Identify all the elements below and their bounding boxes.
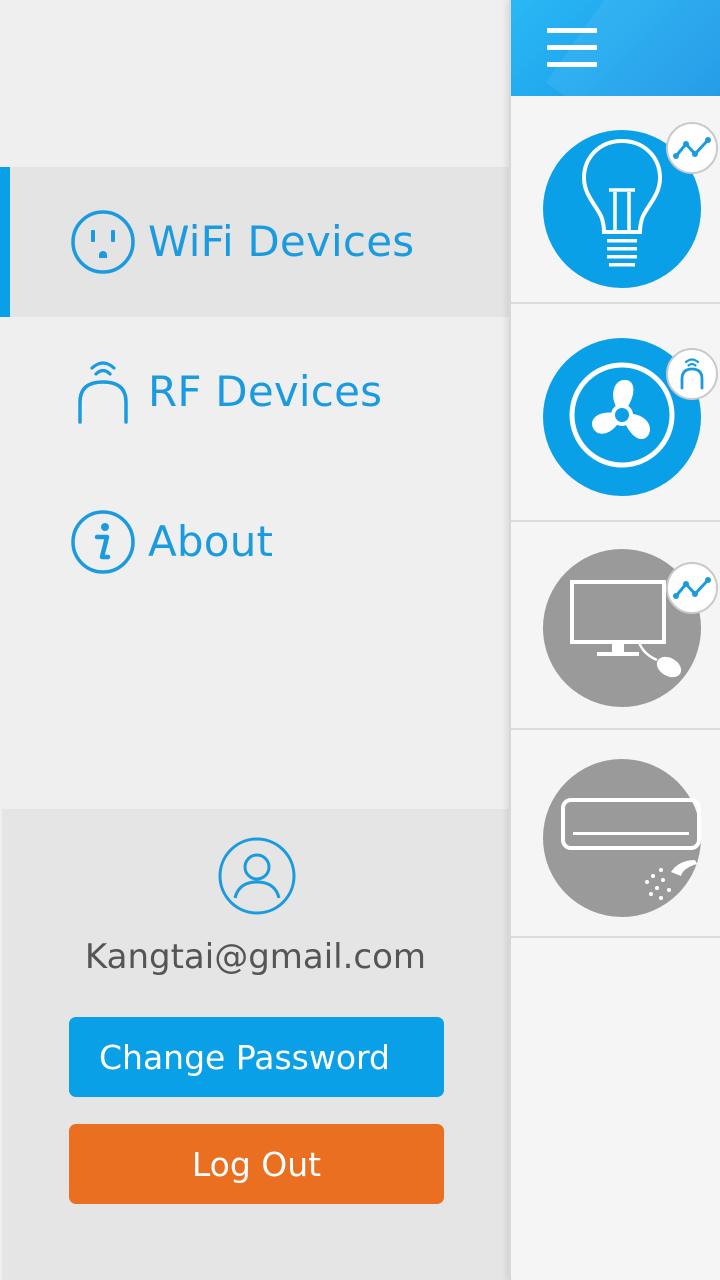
rf-signal-icon — [666, 348, 718, 400]
device-list-panel — [509, 0, 720, 1280]
menu-item-about[interactable]: About — [0, 467, 509, 617]
account-email: Kangtai@gmail.com — [84, 937, 427, 977]
info-icon — [71, 510, 135, 574]
account-panel: Kangtai@gmail.com Change Password Log Ou… — [2, 809, 509, 1280]
device-item-tv[interactable] — [511, 522, 720, 730]
menu-item-label: RF Devices — [148, 367, 383, 416]
rf-signal-icon — [78, 361, 128, 424]
hamburger-icon[interactable] — [547, 28, 597, 68]
fan-icon — [569, 362, 675, 468]
menu-item-label: About — [148, 517, 274, 566]
menu-item-wifi-devices[interactable]: WiFi Devices — [0, 167, 509, 317]
logout-button[interactable]: Log Out — [69, 1124, 444, 1204]
change-password-button[interactable]: Change Password — [69, 1017, 444, 1097]
wifi-chart-icon — [666, 122, 718, 174]
outlet-icon — [71, 210, 135, 274]
menu-item-label: WiFi Devices — [148, 217, 415, 266]
wifi-chart-icon — [666, 562, 718, 614]
device-item-air-conditioner[interactable] — [511, 730, 720, 938]
user-avatar-icon — [218, 837, 296, 915]
navigation-drawer: WiFi Devices RF Devices About Kangtai@gm… — [0, 0, 509, 1280]
device-item-fan[interactable] — [511, 314, 720, 522]
top-bar — [511, 0, 720, 96]
air-conditioner-icon — [561, 798, 701, 900]
tv-monitor-icon — [570, 580, 682, 678]
active-indicator — [0, 167, 10, 317]
menu-item-rf-devices[interactable]: RF Devices — [0, 317, 509, 467]
device-item-light[interactable] — [511, 96, 720, 304]
